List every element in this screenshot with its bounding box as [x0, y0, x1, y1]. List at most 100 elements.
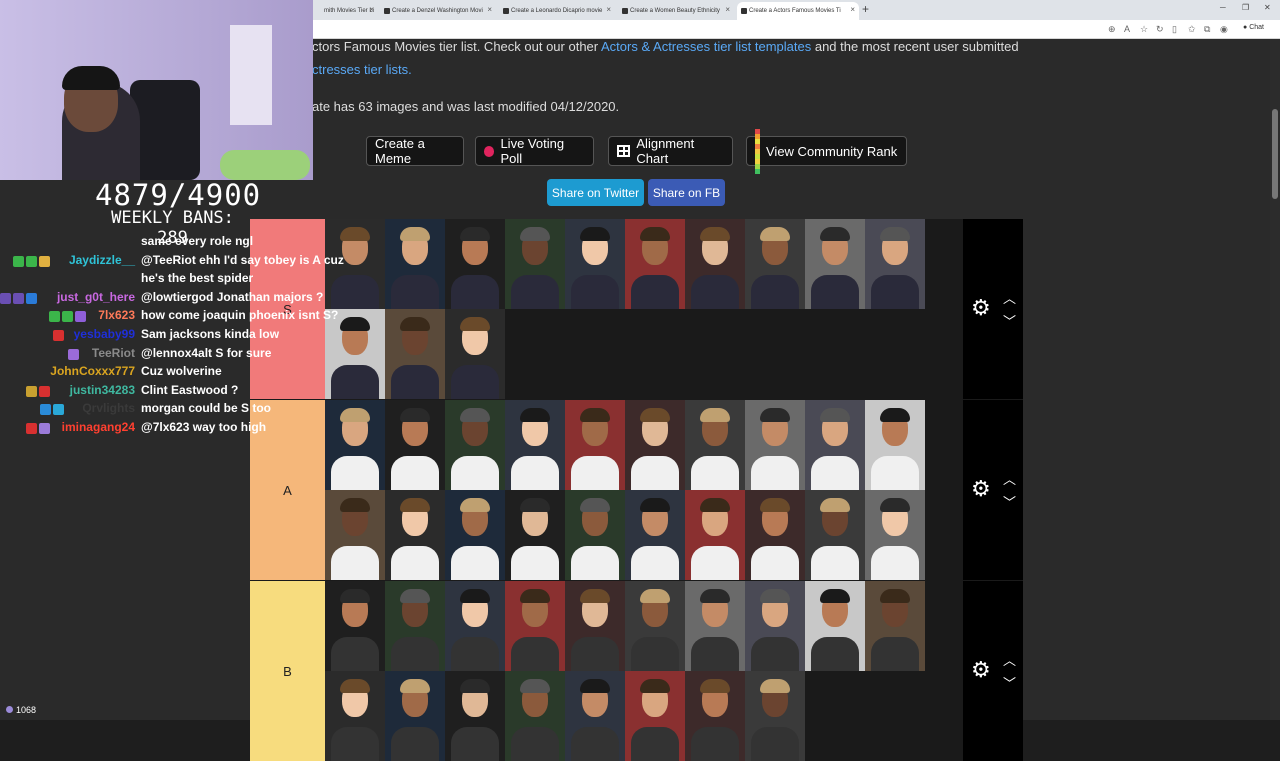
actor-portrait[interactable]	[685, 400, 745, 490]
actor-portrait[interactable]	[865, 490, 925, 580]
actor-portrait[interactable]	[505, 671, 565, 761]
view-community-rank-button[interactable]: View Community Rank	[746, 128, 907, 174]
gear-icon[interactable]: ⚙	[971, 476, 991, 502]
chat-username[interactable]: 7lx623	[98, 308, 135, 322]
actor-portrait[interactable]	[445, 671, 505, 761]
actor-portrait[interactable]	[685, 671, 745, 761]
browser-tab-5[interactable]: Create a Actors Famous Movies Ti ×	[737, 2, 859, 20]
close-icon[interactable]: ×	[850, 5, 855, 14]
actor-portrait[interactable]	[565, 219, 625, 309]
actor-portrait[interactable]	[505, 490, 565, 580]
refresh-icon[interactable]: ↻	[1156, 24, 1164, 35]
actor-portrait[interactable]	[445, 400, 505, 490]
gear-icon[interactable]: ⚙	[971, 295, 991, 321]
browser-tab-1[interactable]: mith Movies Tier Li ×	[312, 2, 378, 20]
chat-username[interactable]: Qrvlights	[82, 401, 135, 415]
close-icon[interactable]: ×	[725, 5, 730, 14]
actor-portrait[interactable]	[445, 309, 505, 399]
actor-portrait[interactable]	[625, 671, 685, 761]
actor-portrait[interactable]	[325, 490, 385, 580]
scrollbar[interactable]	[1270, 39, 1280, 720]
chat-username[interactable]: justin34283	[70, 383, 135, 397]
actor-portrait[interactable]	[625, 490, 685, 580]
actor-portrait[interactable]	[325, 400, 385, 490]
share-twitter-button[interactable]: Share on Twitter	[547, 179, 644, 206]
chat-username[interactable]: just_g0t_here	[57, 290, 135, 304]
live-voting-poll-button[interactable]: Live Voting Poll	[475, 136, 594, 166]
chevron-down-icon[interactable]: ﹀	[1003, 311, 1016, 330]
actor-portrait[interactable]	[385, 309, 445, 399]
browser-tab-3[interactable]: Create a Leonardo Dicaprio movie ×	[499, 2, 615, 20]
actor-portrait[interactable]	[385, 490, 445, 580]
actor-portrait[interactable]	[865, 581, 925, 671]
share-fb-button[interactable]: Share on FB	[648, 179, 725, 206]
tier-label-b[interactable]: B	[250, 581, 325, 761]
alignment-chart-button[interactable]: Alignment Chart	[608, 136, 733, 166]
actor-portrait[interactable]	[745, 490, 805, 580]
actor-portrait[interactable]	[865, 400, 925, 490]
chat-username[interactable]: JohnCoxxx777	[50, 364, 135, 378]
maximize-icon[interactable]: ❐	[1242, 3, 1249, 12]
actor-portrait[interactable]	[625, 581, 685, 671]
actor-portrait[interactable]	[385, 581, 445, 671]
profile-icon[interactable]: ◉	[1220, 24, 1228, 35]
chevron-down-icon[interactable]: ﹀	[1003, 673, 1016, 692]
actor-portrait[interactable]	[505, 219, 565, 309]
actor-portrait[interactable]	[625, 400, 685, 490]
actor-portrait[interactable]	[685, 581, 745, 671]
actor-portrait[interactable]	[445, 490, 505, 580]
zoom-icon[interactable]: ⊕	[1108, 24, 1116, 35]
actor-portrait[interactable]	[445, 219, 505, 309]
browser-tab-2[interactable]: Create a Denzel Washington Movi ×	[380, 2, 496, 20]
actor-portrait[interactable]	[745, 400, 805, 490]
close-window-icon[interactable]: ✕	[1264, 3, 1271, 12]
chat-username[interactable]: yesbaby99	[74, 327, 135, 341]
actor-portrait[interactable]	[445, 581, 505, 671]
actor-portrait[interactable]	[385, 671, 445, 761]
actor-portrait[interactable]	[565, 581, 625, 671]
actor-portrait[interactable]	[325, 309, 385, 399]
gear-icon[interactable]: ⚙	[971, 657, 991, 683]
actor-portrait[interactable]	[805, 581, 865, 671]
close-icon[interactable]: ×	[487, 5, 492, 14]
chevron-down-icon[interactable]: ﹀	[1003, 492, 1016, 511]
actor-portrait[interactable]	[805, 400, 865, 490]
chat-username[interactable]: TeeRiot	[92, 346, 135, 360]
actor-portrait[interactable]	[805, 490, 865, 580]
chevron-up-icon[interactable]: ︿	[1003, 288, 1016, 307]
close-icon[interactable]: ×	[369, 5, 374, 14]
actor-portrait[interactable]	[625, 219, 685, 309]
collections-icon[interactable]: ⧉	[1204, 24, 1210, 35]
read-aloud-icon[interactable]: A	[1124, 24, 1130, 34]
actor-portrait[interactable]	[745, 581, 805, 671]
scrollbar-thumb[interactable]	[1272, 109, 1278, 199]
actor-portrait[interactable]	[565, 490, 625, 580]
star-icon[interactable]: ☆	[1140, 24, 1148, 35]
chat-button[interactable]: ● Chat	[1243, 24, 1264, 31]
actor-portrait[interactable]	[745, 219, 805, 309]
actor-portrait[interactable]	[505, 581, 565, 671]
minimize-icon[interactable]: ─	[1220, 3, 1226, 12]
chevron-up-icon[interactable]: ︿	[1003, 650, 1016, 669]
close-icon[interactable]: ×	[606, 5, 611, 14]
templates-link[interactable]: Actors & Actresses tier list templates	[601, 39, 811, 54]
actor-portrait[interactable]	[805, 219, 865, 309]
create-meme-button[interactable]: Create a Meme	[366, 136, 464, 166]
split-icon[interactable]: ▯	[1172, 24, 1177, 35]
actor-portrait[interactable]	[385, 219, 445, 309]
actor-portrait[interactable]	[325, 581, 385, 671]
actor-portrait[interactable]	[385, 400, 445, 490]
actor-portrait[interactable]	[505, 400, 565, 490]
actor-portrait[interactable]	[325, 671, 385, 761]
actor-portrait[interactable]	[685, 490, 745, 580]
actor-portrait[interactable]	[565, 400, 625, 490]
recent-tier-lists-link[interactable]: ctresses tier lists.	[312, 62, 412, 77]
actor-portrait[interactable]	[685, 219, 745, 309]
actor-portrait[interactable]	[865, 219, 925, 309]
chat-username[interactable]: iminagang24	[62, 420, 135, 434]
actor-portrait[interactable]	[745, 671, 805, 761]
new-tab-button[interactable]: +	[862, 2, 869, 16]
browser-tab-4[interactable]: Create a Women Beauty Ethnicity ×	[618, 2, 734, 20]
chat-username[interactable]: Jaydizzle__	[69, 253, 135, 267]
favorites-icon[interactable]: ✩	[1188, 24, 1196, 35]
